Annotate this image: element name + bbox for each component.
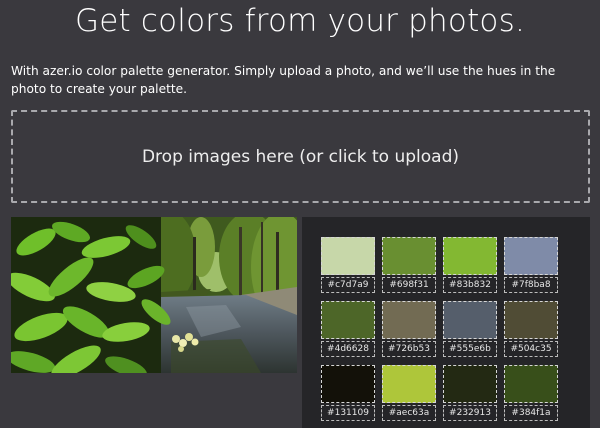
swatch[interactable] — [443, 237, 497, 275]
palette-panel: #c7d7a9 #698f31 #83b832 #7f8ba8 #4d6628 … — [302, 217, 590, 428]
swatch-cell[interactable]: #555e6b — [443, 301, 497, 357]
swatch[interactable] — [443, 301, 497, 339]
swatch[interactable] — [443, 365, 497, 403]
swatch-hex-label: #698f31 — [382, 277, 436, 293]
swatch-cell[interactable]: #698f31 — [382, 237, 436, 293]
swatch-hex-label: #7f8ba8 — [504, 277, 558, 293]
swatch-hex-label: #c7d7a9 — [321, 277, 375, 293]
swatch[interactable] — [504, 365, 558, 403]
upload-dropzone[interactable]: Drop images here (or click to upload) — [11, 110, 590, 203]
swatch-cell[interactable]: #83b832 — [443, 237, 497, 293]
swatch-hex-label: #726b53 — [382, 341, 436, 357]
swatch-cell[interactable]: #7f8ba8 — [504, 237, 558, 293]
swatch-cell[interactable]: #c7d7a9 — [321, 237, 375, 293]
swatch-hex-label: #555e6b — [443, 341, 497, 357]
swatch-cell[interactable]: #726b53 — [382, 301, 436, 357]
swatch-hex-label: #504c35 — [504, 341, 558, 357]
swatch-hex-label: #4d6628 — [321, 341, 375, 357]
swatch[interactable] — [504, 301, 558, 339]
intro-text: With azer.io color palette generator. Si… — [11, 64, 556, 96]
swatch-cell[interactable]: #504c35 — [504, 301, 558, 357]
swatch-hex-label: #83b832 — [443, 277, 497, 293]
swatch-hex-label: #232913 — [443, 405, 497, 421]
swatch[interactable] — [382, 365, 436, 403]
dropzone-label: Drop images here (or click to upload) — [141, 146, 460, 167]
swatch-cell[interactable]: #aec63a — [382, 365, 436, 421]
swatch-cell[interactable]: #4d6628 — [321, 301, 375, 357]
uploaded-photo — [11, 217, 297, 373]
swatch[interactable] — [321, 365, 375, 403]
swatch-cell[interactable]: #384f1a — [504, 365, 558, 421]
swatch-hex-label: #aec63a — [382, 405, 436, 421]
swatch-hex-label: #384f1a — [504, 405, 558, 421]
swatch[interactable] — [504, 237, 558, 275]
forest-river-photo — [11, 217, 297, 373]
swatch-hex-label: #131109 — [321, 405, 375, 421]
swatch-cell[interactable]: #131109 — [321, 365, 375, 421]
swatch[interactable] — [321, 301, 375, 339]
swatch-cell[interactable]: #232913 — [443, 365, 497, 421]
swatch[interactable] — [321, 237, 375, 275]
swatch[interactable] — [382, 301, 436, 339]
swatch[interactable] — [382, 237, 436, 275]
page-title: Get colors from your photos. — [74, 3, 525, 39]
